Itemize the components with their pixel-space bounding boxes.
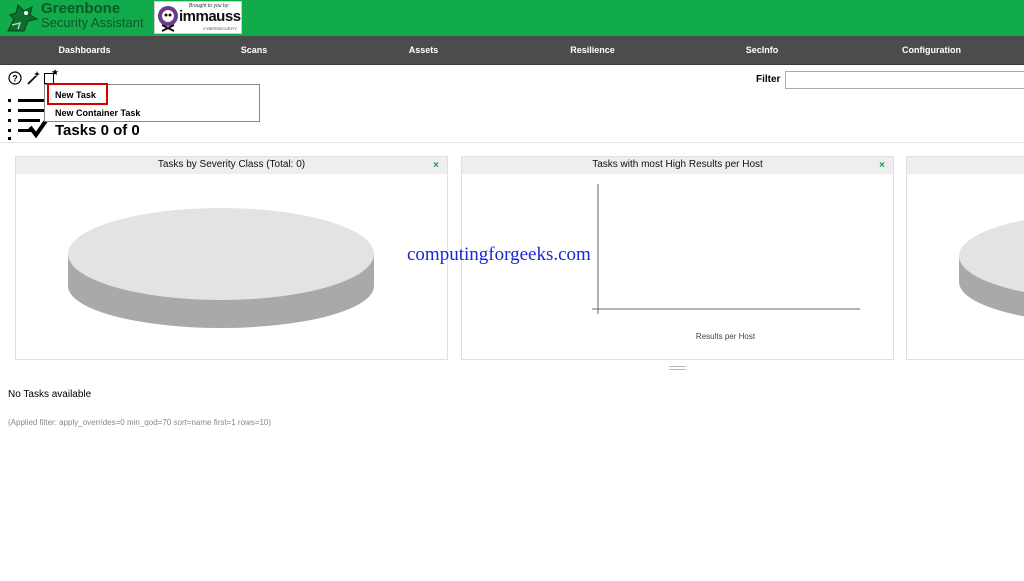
skull-icon — [158, 6, 178, 32]
panel-header: Tasks by Severity Class (Total: 0) × — [16, 157, 447, 174]
app-header: Greenbone Security Assistant Brought to … — [0, 0, 1024, 36]
wand-icon[interactable] — [26, 70, 41, 85]
x-axis-label: Results per Host — [695, 332, 756, 341]
applied-filter-text: (Applied filter: apply_overrides=0 min_q… — [8, 418, 271, 427]
watermark-text: computingforgeeks.com — [407, 244, 591, 265]
panel-header — [907, 157, 1024, 174]
applied-filter-suffix: =name first=1 rows=10) — [186, 418, 272, 427]
nav-scans[interactable]: Scans — [169, 36, 339, 65]
nav-configuration[interactable]: Configuration — [847, 36, 1016, 65]
svg-text:?: ? — [12, 74, 18, 84]
sponsor-logo: Brought to you by: immauss CYBERSECURITY — [154, 1, 242, 34]
nav-secinfo[interactable]: SecInfo — [677, 36, 847, 65]
empty-state-text: No Tasks available — [8, 389, 92, 400]
pie-chart — [959, 220, 1024, 317]
highlight-box — [47, 83, 108, 105]
resize-handle[interactable] — [669, 366, 686, 370]
filter-input[interactable] — [785, 71, 1024, 89]
close-icon[interactable]: × — [433, 158, 439, 174]
pie-chart — [68, 208, 374, 328]
panel-third — [906, 156, 1024, 360]
sponsor-sub: CYBERSECURITY — [203, 26, 238, 31]
menu-item-new-container-task[interactable]: New Container Task — [55, 108, 140, 118]
new-task-menu: New Task New Container Task — [44, 83, 260, 122]
brand-line2: Security Assistant — [41, 15, 144, 30]
filter-label: Filter — [756, 74, 781, 85]
panel-header: Tasks with most High Results per Host × — [462, 157, 893, 174]
nav-dashboards[interactable]: Dashboards — [0, 36, 169, 65]
nav-resilience[interactable]: Resilience — [508, 36, 677, 65]
divider — [0, 142, 1024, 143]
greenbone-logo-icon[interactable] — [4, 1, 40, 35]
panel-title: Tasks by Severity Class (Total: 0) — [157, 159, 306, 170]
nav-assets[interactable]: Assets — [339, 36, 508, 65]
pie-chart-top — [68, 208, 374, 300]
applied-filter-sort: sort — [173, 418, 187, 427]
brand-line1: Greenbone — [41, 0, 121, 17]
panel-title: Tasks with most High Results per Host — [592, 159, 763, 170]
main-nav: Dashboards Scans Assets Resilience SecIn… — [0, 36, 1024, 65]
sponsor-word: immauss — [179, 8, 241, 25]
applied-filter-prefix: (Applied filter: apply_overrides=0 min_q… — [8, 418, 174, 427]
close-icon[interactable]: × — [879, 158, 885, 174]
help-icon[interactable]: ? — [8, 71, 22, 85]
page-title: Tasks 0 of 0 — [55, 122, 140, 139]
panel-severity-class: Tasks by Severity Class (Total: 0) × — [15, 156, 448, 360]
brand-name: Greenbone Security Assistant — [41, 0, 144, 30]
